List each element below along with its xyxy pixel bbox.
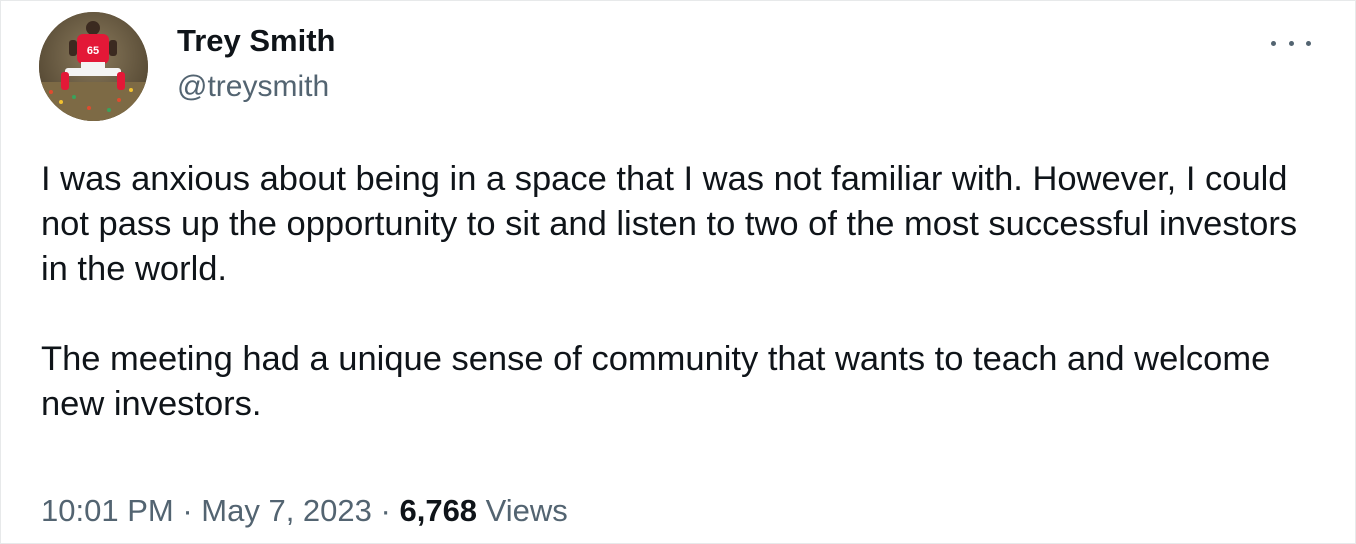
tweet-date[interactable]: May 7, 2023 (201, 493, 372, 528)
meta-separator: · (380, 493, 391, 528)
author-handle[interactable]: @treysmith (177, 67, 329, 107)
avatar-jersey-number: 65 (87, 45, 99, 57)
avatar[interactable]: 65 (39, 12, 148, 121)
tweet-card: 65 Trey Smith @treysmith I was anxious a… (0, 0, 1356, 544)
more-horizontal-icon[interactable] (1271, 31, 1311, 55)
tweet-meta: 10:01 PM · May 7, 2023 · 6,768 Views (41, 489, 568, 533)
tweet-time[interactable]: 10:01 PM (41, 493, 174, 528)
meta-separator: · (182, 493, 193, 528)
tweet-paragraph: The meeting had a unique sense of commun… (41, 340, 1271, 423)
avatar-photo: 65 (39, 12, 148, 121)
more-dot (1271, 40, 1276, 46)
author-name[interactable]: Trey Smith (177, 21, 336, 61)
views-label: Views (485, 493, 568, 528)
tweet-paragraph: I was anxious about being in a space tha… (41, 160, 1298, 288)
tweet-text: I was anxious about being in a space tha… (41, 157, 1331, 427)
views-count: 6,768 (399, 493, 478, 528)
more-dot (1288, 40, 1294, 46)
more-dot (1306, 40, 1311, 46)
